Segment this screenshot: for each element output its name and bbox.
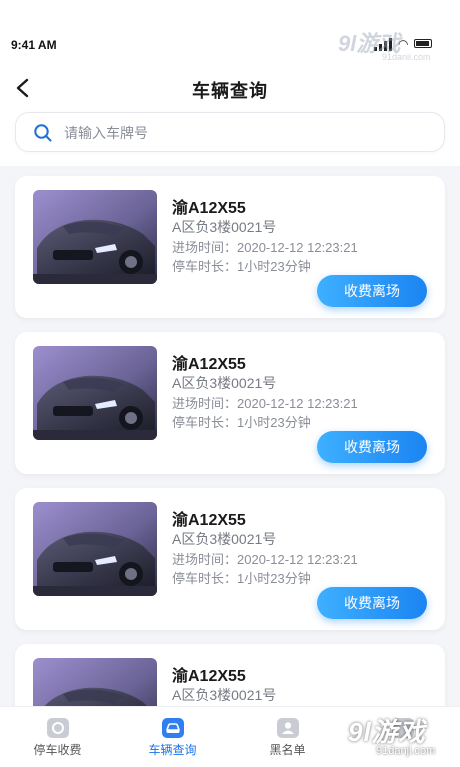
- entry-time: 进场时间：2020-12-12 12:23:21: [172, 552, 358, 567]
- tab-label: 车辆查询: [148, 743, 197, 757]
- page-title: 车辆查询: [192, 81, 268, 101]
- parking-duration: 停车时长：1小时23分钟: [172, 415, 311, 430]
- car-photo: [33, 190, 157, 284]
- search-bar[interactable]: [15, 112, 445, 152]
- watermark-logo: 9l游戏 91danji.com: [348, 717, 436, 757]
- car-icon: [162, 718, 184, 738]
- charge-exit-button[interactable]: 收费离场: [317, 275, 427, 307]
- status-bar: 9:41 AM ◠ 9l游戏 91danji.com: [0, 0, 460, 62]
- tab-label: 黑名单: [269, 743, 306, 757]
- parking-location: A区负3楼0021号: [172, 375, 277, 391]
- tab-vehicle-query[interactable]: 车辆查询: [115, 707, 230, 767]
- entry-time: 进场时间：2020-12-12 12:23:21: [172, 396, 358, 411]
- header: 车辆查询: [0, 60, 460, 166]
- vehicle-list: 渝A12X55 A区负3楼0021号 进场时间：2020-12-12 12:23…: [0, 166, 460, 706]
- parking-duration: 停车时长：1小时23分钟: [172, 259, 311, 274]
- license-plate: 渝A12X55: [172, 356, 246, 373]
- charge-exit-button[interactable]: 收费离场: [317, 431, 427, 463]
- search-icon: [34, 124, 52, 142]
- parking-duration: 停车时长：1小时23分钟: [172, 571, 311, 586]
- vehicle-card[interactable]: 渝A12X55 A区负3楼0021号 进场时间：2020-12-12 12:23…: [15, 488, 445, 630]
- car-photo: [33, 658, 157, 706]
- tab-label: 停车收费: [33, 743, 82, 757]
- car-image: [33, 346, 157, 440]
- parking-location: A区负3楼0021号: [172, 219, 277, 235]
- car-image: [33, 658, 157, 706]
- license-plate: 渝A12X55: [172, 200, 246, 217]
- charge-exit-button[interactable]: 收费离场: [317, 587, 427, 619]
- blacklist-icon: [277, 718, 299, 738]
- license-plate: 渝A12X55: [172, 512, 246, 529]
- car-image: [33, 190, 157, 284]
- search-input[interactable]: [64, 121, 424, 145]
- license-plate: 渝A12X55: [172, 668, 246, 685]
- tab-blacklist[interactable]: 黑名单: [230, 707, 345, 767]
- tab-parking-fee[interactable]: 停车收费: [0, 707, 115, 767]
- vehicle-card[interactable]: 渝A12X55 A区负3楼0021号 进场时间：2020-12-12 12:23…: [15, 176, 445, 318]
- car-photo: [33, 346, 157, 440]
- entry-time: 进场时间：2020-12-12 12:23:21: [172, 240, 358, 255]
- car-photo: [33, 502, 157, 596]
- vehicle-card[interactable]: 渝A12X55 A区负3楼0021号 进场时间：2020-12-12 12:23…: [15, 644, 445, 706]
- vehicle-card[interactable]: 渝A12X55 A区负3楼0021号 进场时间：2020-12-12 12:23…: [15, 332, 445, 474]
- parking-location: A区负3楼0021号: [172, 531, 277, 547]
- parking-fee-icon: [47, 718, 69, 738]
- status-time: 9:41 AM: [11, 38, 57, 52]
- car-image: [33, 502, 157, 596]
- parking-location: A区负3楼0021号: [172, 687, 277, 703]
